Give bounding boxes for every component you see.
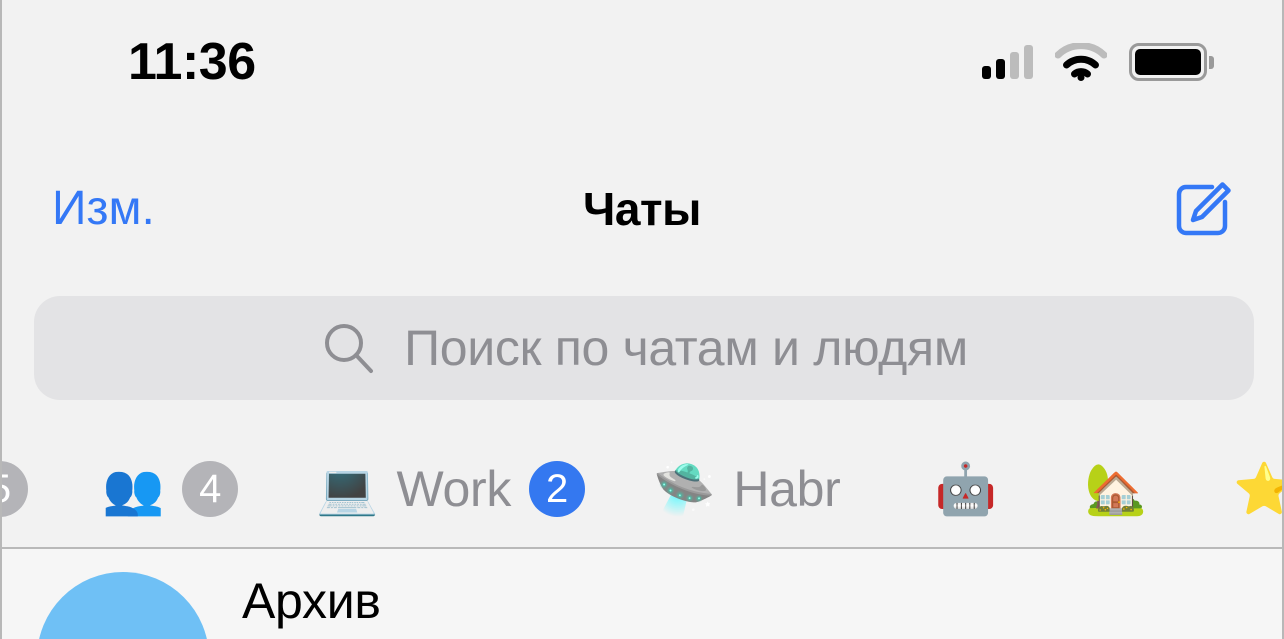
search-icon [325, 324, 374, 373]
chat-list: Архив [2, 549, 1282, 639]
telegram-chats-screen: 11:36 Изм. Чаты Поиск по чатам и людям 👥… [0, 0, 1284, 639]
search-input-content: Поиск по чатам и людям [320, 319, 968, 377]
navigation-bar: Изм. Чаты [2, 150, 1282, 268]
search-input[interactable]: Поиск по чатам и людям [34, 296, 1254, 400]
chat-title: Архив [242, 573, 381, 629]
robot-emoji-icon: 🤖 [934, 461, 997, 517]
laptop-emoji-icon: 💻 [316, 461, 379, 517]
avatar [37, 572, 209, 639]
folder-tab-badge: 5 [2, 461, 28, 517]
battery-icon [1129, 43, 1214, 81]
compose-icon[interactable] [1172, 178, 1234, 240]
search-placeholder-text: Поиск по чатам и людям [404, 320, 968, 376]
folder-tab-star[interactable]: ⭐ [1233, 431, 1282, 547]
wifi-icon [1055, 43, 1107, 81]
folder-tab-badge: 4 [182, 461, 239, 517]
folder-tabs-bar[interactable]: 5 👥 4 💻 Work 2 🛸 Habr 🤖 🏡 ⭐ [2, 431, 1282, 547]
folder-tab-1[interactable]: 👥 4 [102, 431, 239, 547]
page-title: Чаты [582, 183, 702, 235]
cellular-signal-icon [982, 45, 1033, 79]
folder-tab-home[interactable]: 🏡 [1085, 431, 1147, 547]
folder-tab-label: Work [396, 461, 512, 517]
chat-list-item-archive[interactable]: Архив [2, 549, 1282, 639]
folder-tab-0[interactable]: 5 [2, 431, 28, 547]
ufo-emoji-icon: 🛸 [653, 461, 716, 517]
folder-tab-habr[interactable]: 🛸 Habr [653, 431, 841, 547]
folder-tab-badge: 2 [529, 461, 586, 517]
status-bar: 11:36 [2, 0, 1282, 118]
people-emoji-icon: 👥 [102, 461, 165, 517]
status-bar-time: 11:36 [128, 33, 256, 91]
status-bar-icons [982, 43, 1214, 81]
folder-tab-robot[interactable]: 🤖 [935, 431, 997, 547]
folder-tab-work[interactable]: 💻 Work 2 [316, 431, 586, 547]
star-emoji-icon: ⭐ [1233, 464, 1282, 514]
folder-tab-label: Habr [733, 461, 841, 517]
house-emoji-icon: 🏡 [1084, 461, 1148, 517]
